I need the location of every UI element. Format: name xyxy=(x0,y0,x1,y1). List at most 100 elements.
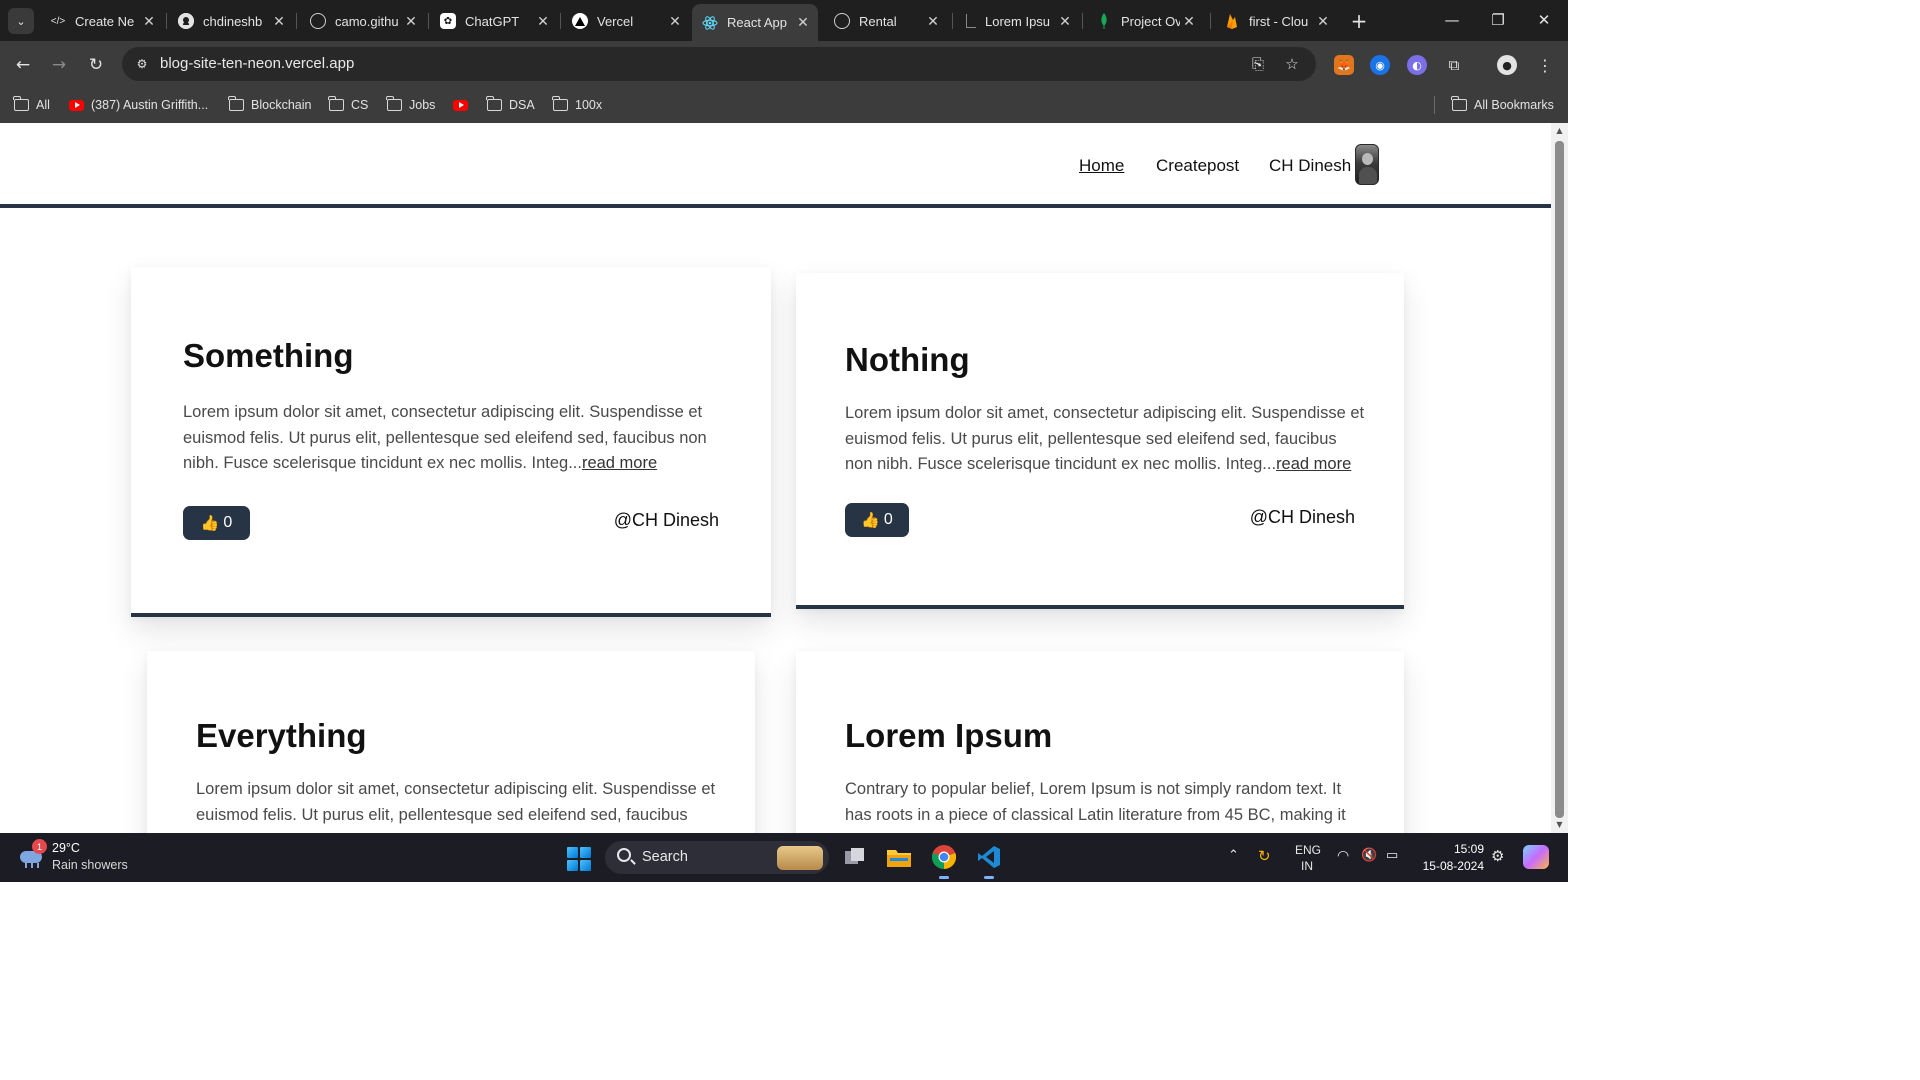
windows-start-icon[interactable] xyxy=(567,847,591,871)
tab-separator xyxy=(296,13,297,29)
bookmark-label: All xyxy=(36,98,50,112)
user-avatar[interactable] xyxy=(1355,144,1379,185)
address-bar[interactable]: ⚙ blog-site-ten-neon.vercel.app ⎘ ☆ xyxy=(122,47,1316,81)
tab-camo[interactable]: camo.githu ✕ xyxy=(300,6,426,36)
tab-project-overview[interactable]: Project Ov ✕ xyxy=(1086,6,1204,36)
back-button[interactable]: ← xyxy=(9,51,37,79)
input-language[interactable]: ENG xyxy=(1295,843,1321,857)
extension-icon[interactable]: ◉ xyxy=(1370,55,1390,75)
bookmark-cs[interactable]: CS xyxy=(328,95,369,115)
all-bookmarks-button[interactable]: All Bookmarks xyxy=(1451,95,1554,115)
scroll-up-arrow-icon[interactable]: ▲ xyxy=(1554,127,1565,135)
taskbar-search[interactable]: Search xyxy=(605,841,829,874)
thumbs-up-icon: 👍 xyxy=(861,512,880,529)
bookmark-label: CS xyxy=(351,98,369,112)
install-app-icon[interactable]: ⎘ xyxy=(1248,55,1268,73)
bookmark-youtube-austin[interactable]: (387) Austin Griffith... xyxy=(69,95,208,115)
copilot-icon[interactable] xyxy=(1523,845,1549,869)
tab-react-app[interactable]: React App ✕ xyxy=(692,4,818,41)
thumbs-up-icon: 👍 xyxy=(200,515,220,532)
tab-separator xyxy=(166,13,167,29)
weather-temperature[interactable]: 29°C xyxy=(52,841,80,855)
bookmark-star-icon[interactable]: ☆ xyxy=(1282,55,1302,73)
bookmark-100x[interactable]: 100x xyxy=(552,95,603,115)
close-window-button[interactable]: ✕ xyxy=(1520,6,1568,34)
folder-icon xyxy=(486,96,502,111)
extensions-puzzle-icon[interactable]: ⧉ xyxy=(1444,55,1464,75)
input-region[interactable]: IN xyxy=(1301,859,1313,873)
nav-home-link[interactable]: Home xyxy=(1079,156,1124,176)
read-more-link[interactable]: read more xyxy=(1276,455,1351,473)
tab-lorem-ipsum[interactable]: Lorem Ipsu ✕ xyxy=(956,6,1080,36)
page-scrollbar[interactable]: ▲ ▼ xyxy=(1551,123,1568,833)
clock-time[interactable]: 15:09 xyxy=(1454,842,1484,856)
forward-button[interactable]: → xyxy=(45,51,73,79)
chrome-icon[interactable] xyxy=(930,843,958,879)
reload-button[interactable]: ↻ xyxy=(82,51,110,79)
tab-chatgpt[interactable]: ✿ ChatGPT ✕ xyxy=(430,6,558,36)
battery-icon[interactable]: ▭ xyxy=(1386,847,1398,863)
post-card: Everything Lorem ipsum dolor sit amet, c… xyxy=(147,651,755,833)
phantom-icon[interactable]: ◐ xyxy=(1407,55,1427,75)
site-navbar: Home Createpost CH Dinesh xyxy=(0,123,1551,208)
vscode-icon[interactable] xyxy=(975,843,1003,879)
task-view-icon[interactable] xyxy=(841,843,869,871)
file-explorer-icon[interactable] xyxy=(885,843,913,871)
firebase-icon xyxy=(1224,13,1240,29)
tab-title: React App xyxy=(727,15,787,30)
scrollbar-thumb[interactable] xyxy=(1555,141,1564,818)
close-icon[interactable]: ✕ xyxy=(794,14,812,31)
post-excerpt: Lorem ipsum dolor sit amet, consectetur … xyxy=(183,400,723,477)
tab-search-button[interactable]: ⌄ xyxy=(8,8,34,34)
url-text[interactable]: blog-site-ten-neon.vercel.app xyxy=(160,55,354,72)
clock-date[interactable]: 15-08-2024 xyxy=(1423,859,1484,873)
wifi-icon[interactable]: ◠ xyxy=(1337,847,1349,864)
close-icon[interactable]: ✕ xyxy=(1056,13,1074,30)
close-icon[interactable]: ✕ xyxy=(270,13,288,30)
volume-muted-icon[interactable]: 🔇 xyxy=(1361,847,1377,863)
post-excerpt: Contrary to popular belief, Lorem Ipsum … xyxy=(845,780,1346,824)
site-info-icon[interactable]: ⚙ xyxy=(134,56,150,72)
tab-github[interactable]: chdineshb ✕ xyxy=(168,6,294,36)
close-icon[interactable]: ✕ xyxy=(1314,13,1332,30)
settings-gear-icon[interactable]: ⚙ xyxy=(1491,847,1504,865)
scroll-down-arrow-icon[interactable]: ▼ xyxy=(1554,821,1565,829)
restore-button[interactable]: ❐ xyxy=(1474,6,1522,34)
minimize-button[interactable]: — xyxy=(1428,6,1476,34)
menu-kebab-icon[interactable]: ⋮ xyxy=(1535,55,1555,75)
sync-icon[interactable]: ↻ xyxy=(1258,847,1271,865)
mongodb-icon xyxy=(1096,13,1112,29)
tab-vercel[interactable]: Vercel ✕ xyxy=(562,6,690,36)
close-icon[interactable]: ✕ xyxy=(924,13,942,30)
like-button[interactable]: 👍 0 xyxy=(845,503,909,537)
close-icon[interactable]: ✕ xyxy=(402,13,420,30)
weather-description[interactable]: Rain showers xyxy=(52,858,128,872)
bookmark-jobs[interactable]: Jobs xyxy=(386,95,435,115)
tab-rental[interactable]: Rental ✕ xyxy=(824,6,948,36)
search-icon xyxy=(617,848,631,862)
like-button[interactable]: 👍 0 xyxy=(183,506,250,540)
bookmark-label: 100x xyxy=(575,98,603,112)
github-icon xyxy=(178,13,194,29)
read-more-link[interactable]: read more xyxy=(582,454,657,472)
close-icon[interactable]: ✕ xyxy=(666,13,684,30)
bookmark-dsa[interactable]: DSA xyxy=(486,95,535,115)
close-icon[interactable]: ✕ xyxy=(1180,13,1198,30)
close-icon[interactable]: ✕ xyxy=(534,13,552,30)
profile-avatar-icon[interactable]: ● xyxy=(1497,55,1517,75)
metamask-icon[interactable]: 🦊 xyxy=(1334,55,1354,75)
tab-firebase[interactable]: first - Clou ✕ xyxy=(1214,6,1338,36)
bookmark-all[interactable]: All xyxy=(13,95,50,115)
globe-icon xyxy=(834,13,850,29)
tab-separator xyxy=(560,13,561,29)
show-hidden-icons-chevron-icon[interactable]: ⌃ xyxy=(1228,847,1239,863)
tab-create-new[interactable]: </> Create Ne ✕ xyxy=(40,6,164,36)
bookmark-youtube[interactable] xyxy=(453,95,475,115)
new-tab-button[interactable]: + xyxy=(1346,8,1372,34)
post-author: @CH Dinesh xyxy=(1249,507,1355,527)
close-icon[interactable]: ✕ xyxy=(140,13,158,30)
folder-icon xyxy=(328,96,344,111)
tab-title: camo.githu xyxy=(335,13,399,29)
nav-createpost-link[interactable]: Createpost xyxy=(1156,156,1239,176)
bookmark-blockchain[interactable]: Blockchain xyxy=(228,95,311,115)
